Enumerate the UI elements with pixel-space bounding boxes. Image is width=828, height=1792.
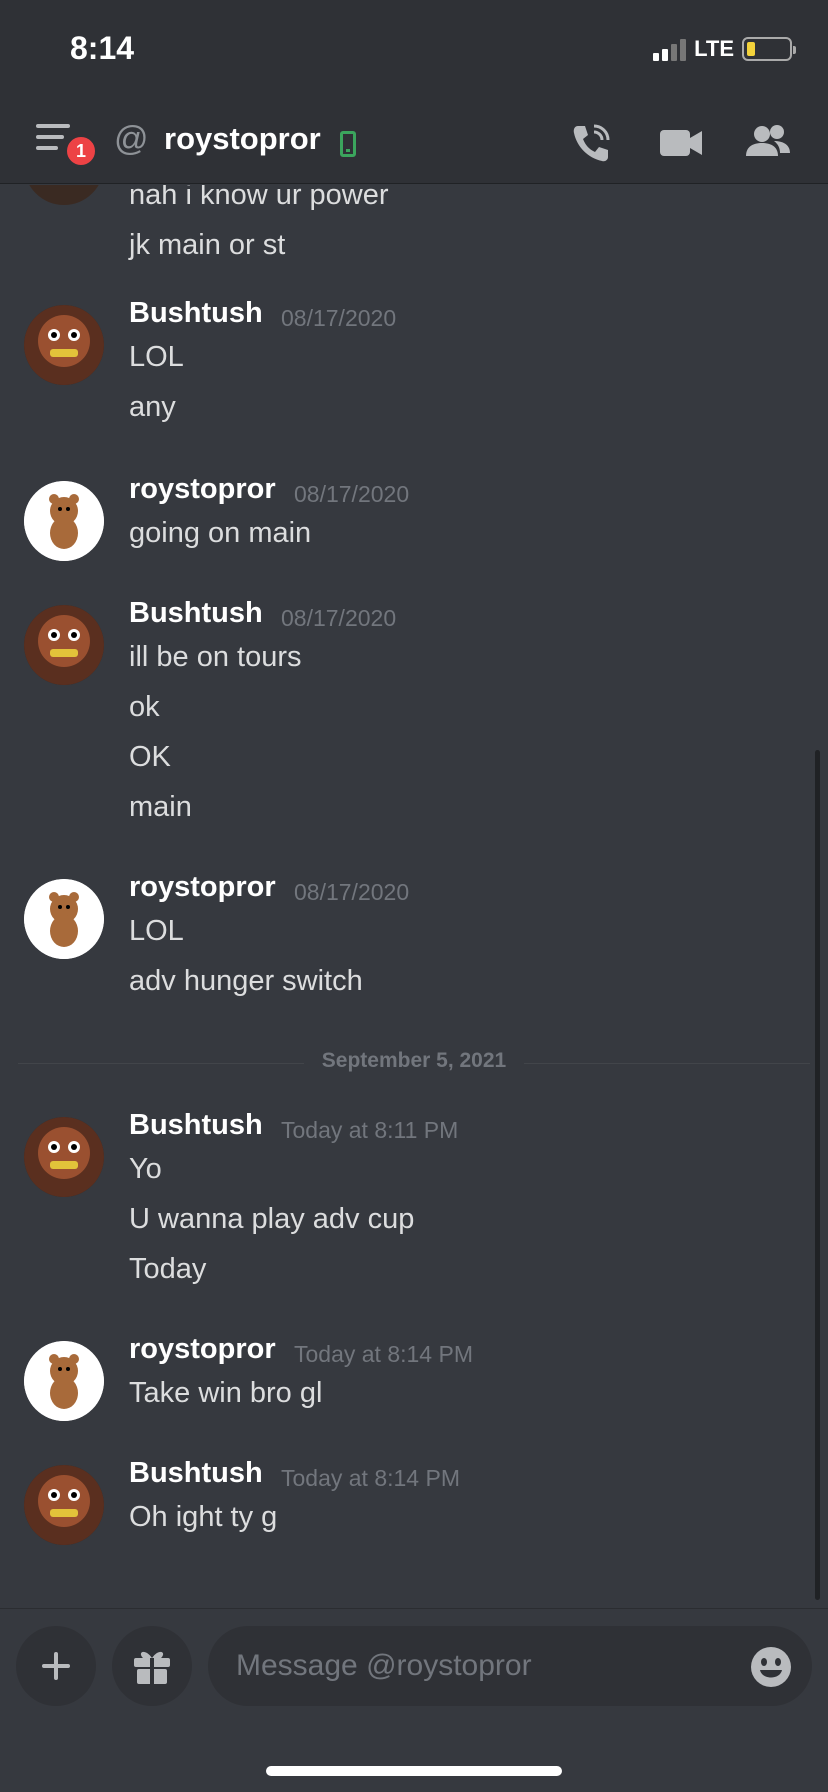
message-author[interactable]: roystopror bbox=[129, 473, 276, 506]
avatar[interactable] bbox=[24, 1465, 104, 1545]
message-timestamp: 08/17/2020 bbox=[294, 481, 410, 507]
message-author[interactable]: roystopror bbox=[129, 871, 276, 904]
avatar[interactable] bbox=[24, 305, 104, 385]
notification-badge: 1 bbox=[64, 134, 98, 168]
video-icon[interactable] bbox=[658, 120, 704, 166]
channel-title[interactable]: roystopror bbox=[164, 121, 321, 157]
message-timestamp: Today at 8:14 PM bbox=[294, 1341, 473, 1367]
avatar[interactable] bbox=[24, 185, 104, 205]
message-timestamp: Today at 8:14 PM bbox=[281, 1465, 460, 1491]
message-text: LOL bbox=[129, 915, 184, 947]
avatar[interactable] bbox=[24, 1117, 104, 1197]
date-divider: September 5, 2021 bbox=[0, 1049, 828, 1073]
home-indicator[interactable] bbox=[266, 1766, 562, 1776]
message-author[interactable]: Bushtush bbox=[129, 1109, 263, 1142]
message-list[interactable]: nah i know ur power jk main or st Bushtu… bbox=[0, 185, 828, 1605]
message-author[interactable]: Bushtush bbox=[129, 1457, 263, 1490]
message-timestamp: 08/17/2020 bbox=[294, 879, 410, 905]
message-text: Yo bbox=[129, 1153, 162, 1185]
message-text: main bbox=[129, 791, 192, 823]
message-text: jk main or st bbox=[129, 229, 286, 261]
network-label: LTE bbox=[694, 36, 734, 61]
avatar[interactable] bbox=[24, 1341, 104, 1421]
scrollbar[interactable] bbox=[815, 750, 820, 1600]
message-text: going on main bbox=[129, 517, 312, 549]
message-text: adv hunger switch bbox=[129, 965, 363, 997]
message-author[interactable]: Bushtush bbox=[129, 597, 263, 630]
emoji-icon[interactable] bbox=[750, 1646, 792, 1688]
message-text: OK bbox=[129, 741, 171, 773]
mobile-status-icon bbox=[340, 131, 356, 157]
call-icon[interactable] bbox=[568, 120, 614, 166]
signal-icon bbox=[653, 37, 687, 61]
status-indicators: LTE bbox=[653, 34, 796, 64]
avatar[interactable] bbox=[24, 481, 104, 561]
at-icon: @ bbox=[114, 120, 149, 158]
message-text: Today bbox=[129, 1253, 207, 1285]
plus-icon bbox=[42, 1652, 70, 1680]
gift-button[interactable] bbox=[112, 1626, 192, 1706]
message-text: ill be on tours bbox=[129, 641, 302, 673]
message-text: ok bbox=[129, 691, 160, 723]
message-text: nah i know ur power bbox=[129, 185, 389, 211]
message-author[interactable]: Bushtush bbox=[129, 297, 263, 330]
message-timestamp: Today at 8:11 PM bbox=[281, 1117, 459, 1143]
message-text: LOL bbox=[129, 341, 184, 373]
message-text: U wanna play adv cup bbox=[129, 1203, 415, 1235]
message-input[interactable] bbox=[236, 1626, 716, 1706]
gift-icon bbox=[134, 1651, 170, 1684]
avatar[interactable] bbox=[24, 605, 104, 685]
avatar[interactable] bbox=[24, 879, 104, 959]
message-timestamp: 08/17/2020 bbox=[281, 305, 397, 331]
add-attachment-button[interactable] bbox=[16, 1626, 96, 1706]
message-text: Take win bro gl bbox=[129, 1377, 323, 1409]
battery-icon bbox=[742, 37, 796, 61]
members-icon[interactable] bbox=[744, 120, 792, 166]
message-text: any bbox=[129, 391, 176, 423]
message-text: Oh ight ty g bbox=[129, 1501, 278, 1533]
message-timestamp: 08/17/2020 bbox=[281, 605, 397, 631]
message-input-container[interactable] bbox=[208, 1626, 812, 1706]
date-divider-label: September 5, 2021 bbox=[303, 1049, 525, 1072]
status-time: 8:14 bbox=[70, 30, 135, 66]
message-author[interactable]: roystopror bbox=[129, 1333, 276, 1366]
